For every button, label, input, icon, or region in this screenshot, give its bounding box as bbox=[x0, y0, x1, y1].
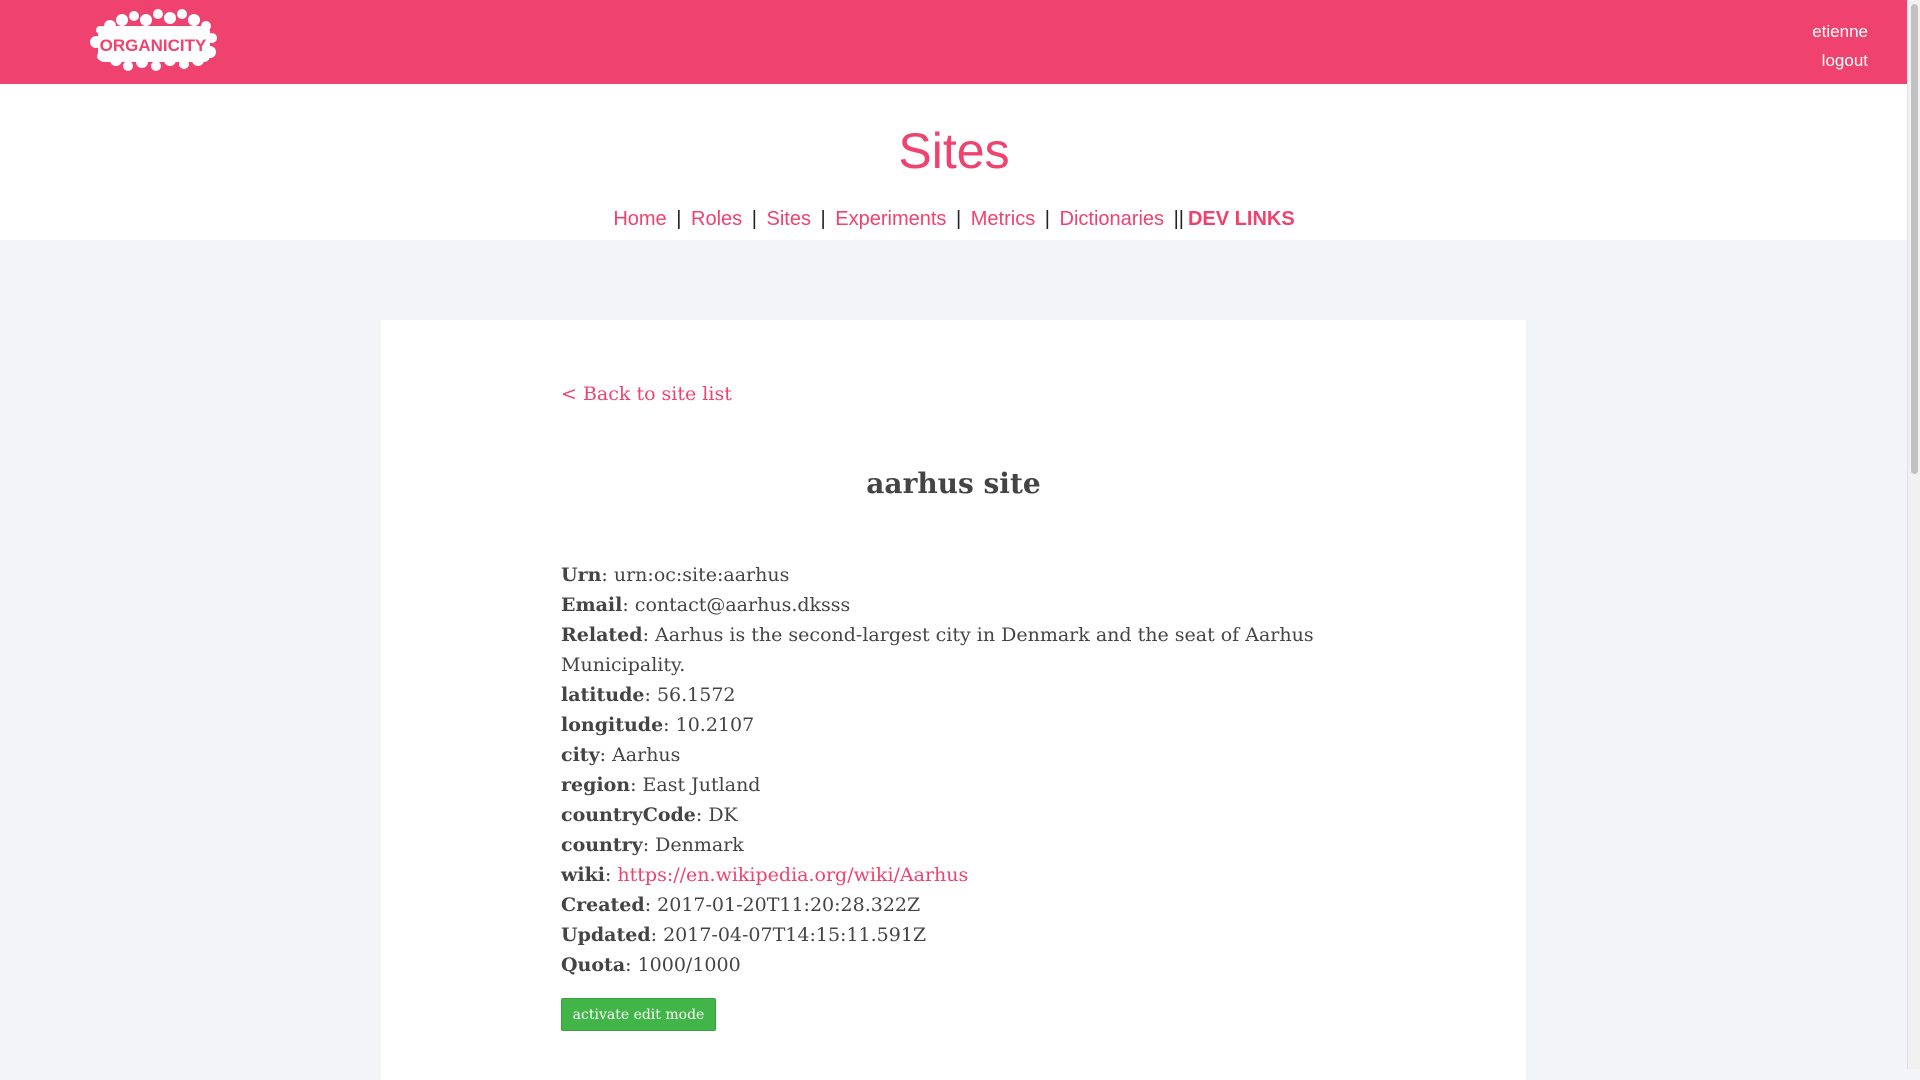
nav-separator: | bbox=[1044, 208, 1050, 230]
activate-edit-mode-button[interactable]: activate edit mode bbox=[561, 998, 716, 1031]
site-details: Urn: urn:oc:site:aarhus Email: contact@a… bbox=[561, 560, 1321, 980]
field-value: East Jutland bbox=[642, 774, 761, 796]
back-to-site-list-link[interactable]: < Back to site list bbox=[561, 380, 732, 408]
field-longitude: longitude: 10.2107 bbox=[561, 714, 755, 736]
field-label: city bbox=[561, 744, 600, 766]
field-value: urn:oc:site:aarhus bbox=[613, 564, 790, 586]
wiki-link[interactable]: https://en.wikipedia.org/wiki/Aarhus bbox=[617, 864, 968, 886]
nav-dev-links[interactable]: DEV LINKS bbox=[1188, 208, 1295, 230]
nav-separator: | bbox=[956, 208, 962, 230]
nav-roles[interactable]: Roles bbox=[691, 208, 742, 230]
field-latitude: latitude: 56.1572 bbox=[561, 684, 736, 706]
field-value: Denmark bbox=[655, 834, 744, 856]
field-created: Created: 2017-01-20T11:20:28.322Z bbox=[561, 894, 921, 916]
logout-link[interactable]: logout bbox=[1812, 46, 1868, 75]
organicity-logo[interactable]: ORGANICITY bbox=[88, 8, 218, 74]
field-label: country bbox=[561, 834, 643, 856]
vertical-scrollbar[interactable] bbox=[1907, 0, 1920, 1069]
field-city: city: Aarhus bbox=[561, 744, 681, 766]
field-label: Quota bbox=[561, 954, 626, 976]
field-country-code: countryCode: DK bbox=[561, 804, 738, 826]
field-email: Email: contact@aarhus.dksss bbox=[561, 594, 851, 616]
field-value: 2017-04-07T14:15:11.591Z bbox=[663, 924, 927, 946]
nav-experiments[interactable]: Experiments bbox=[835, 208, 946, 230]
nav-separator: | bbox=[751, 208, 757, 230]
field-label: Updated bbox=[561, 924, 651, 946]
field-label: region bbox=[561, 774, 631, 796]
nav-separator: | bbox=[820, 208, 826, 230]
field-value: 10.2107 bbox=[675, 714, 755, 736]
field-region: region: East Jutland bbox=[561, 774, 761, 796]
field-urn: Urn: urn:oc:site:aarhus bbox=[561, 564, 790, 586]
field-label: latitude bbox=[561, 684, 645, 706]
field-related: Related: Aarhus is the second-largest ci… bbox=[561, 624, 1314, 676]
field-label: countryCode bbox=[561, 804, 696, 826]
field-wiki: wiki: https://en.wikipedia.org/wiki/Aarh… bbox=[561, 864, 969, 886]
field-label: wiki bbox=[561, 864, 605, 886]
field-value: 1000/1000 bbox=[637, 954, 741, 976]
field-updated: Updated: 2017-04-07T14:15:11.591Z bbox=[561, 924, 927, 946]
logo-text: ORGANICITY bbox=[100, 36, 207, 55]
field-value: contact@aarhus.dksss bbox=[634, 594, 851, 616]
user-menu: etienne logout bbox=[1812, 17, 1868, 75]
nav-metrics[interactable]: Metrics bbox=[971, 208, 1035, 230]
nav-double-separator: || bbox=[1173, 208, 1184, 230]
main-nav: Home | Roles | Sites | Experiments | Met… bbox=[0, 204, 1908, 234]
field-label: Email bbox=[561, 594, 623, 616]
nav-separator: | bbox=[676, 208, 682, 230]
site-title: aarhus site bbox=[866, 467, 1041, 500]
nav-sites[interactable]: Sites bbox=[766, 208, 810, 230]
field-value: Aarhus is the second-largest city in Den… bbox=[561, 624, 1314, 676]
page-title: Sites bbox=[898, 123, 1010, 179]
username-link[interactable]: etienne bbox=[1812, 17, 1868, 46]
field-country: country: Denmark bbox=[561, 834, 744, 856]
scrollbar-thumb[interactable] bbox=[1911, 4, 1918, 474]
field-value: 2017-01-20T11:20:28.322Z bbox=[657, 894, 921, 916]
field-label: Created bbox=[561, 894, 645, 916]
field-label: Urn bbox=[561, 564, 602, 586]
nav-home[interactable]: Home bbox=[613, 208, 666, 230]
field-label: longitude bbox=[561, 714, 664, 736]
top-bar: ORGANICITY etienne logout bbox=[0, 0, 1908, 84]
nav-dictionaries[interactable]: Dictionaries bbox=[1060, 208, 1164, 230]
field-quota: Quota: 1000/1000 bbox=[561, 954, 741, 976]
field-value: DK bbox=[708, 804, 738, 826]
field-value: Aarhus bbox=[612, 744, 681, 766]
field-label: Related bbox=[561, 624, 643, 646]
field-value: 56.1572 bbox=[656, 684, 736, 706]
